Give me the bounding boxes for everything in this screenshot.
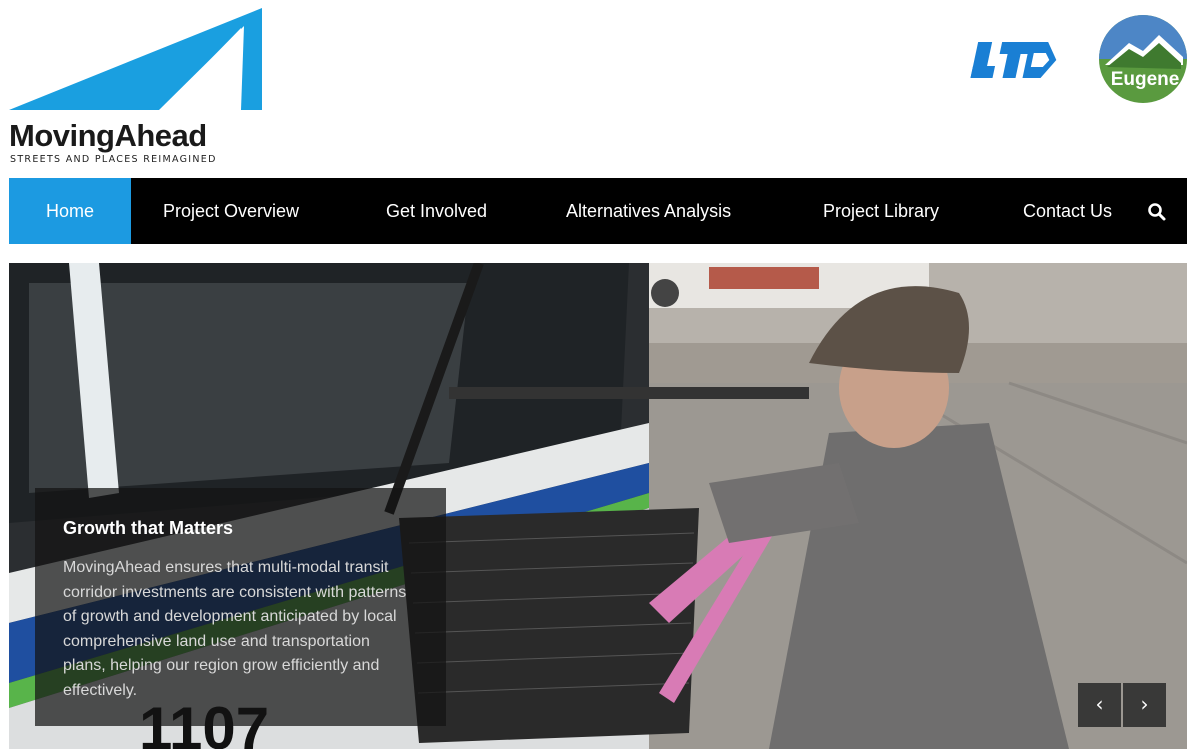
nav-get-involved[interactable]: Get Involved (386, 178, 487, 244)
nav-project-overview[interactable]: Project Overview (163, 178, 299, 244)
carousel-next-button[interactable]: › (1123, 683, 1166, 727)
hero-title: Growth that Matters (63, 518, 234, 538)
hero-caption: Growth that Matters MovingAhead ensures … (35, 488, 446, 726)
eugene-logo[interactable]: Eugene (1099, 13, 1187, 105)
nav-alternatives-analysis[interactable]: Alternatives Analysis (566, 178, 731, 244)
nav-contact-us[interactable]: Contact Us (1023, 178, 1112, 244)
search-icon[interactable] (1147, 202, 1167, 222)
nav-project-library[interactable]: Project Library (823, 178, 939, 244)
eugene-logo-text: Eugene (1110, 69, 1180, 90)
logo-tagline: STREETS AND PLACES REIMAGINED (10, 154, 217, 165)
hero-body: MovingAhead ensures that multi-modal tra… (63, 559, 407, 699)
nav-home[interactable]: Home (9, 178, 131, 244)
main-nav: Home Project Overview Get Involved Alter… (9, 178, 1187, 244)
site-header: MovingAhead STREETS AND PLACES REIMAGINE… (0, 0, 1187, 178)
movingahead-logo[interactable]: MovingAhead STREETS AND PLACES REIMAGINE… (9, 8, 265, 168)
carousel-prev-button[interactable]: ‹ (1078, 683, 1121, 727)
logo-wordmark: MovingAhead (9, 118, 207, 153)
ltd-logo[interactable] (965, 38, 1067, 82)
hero-carousel[interactable]: 1107 Growth that Matters MovingAhead ens… (9, 263, 1187, 749)
logo-road-mark (9, 8, 262, 110)
